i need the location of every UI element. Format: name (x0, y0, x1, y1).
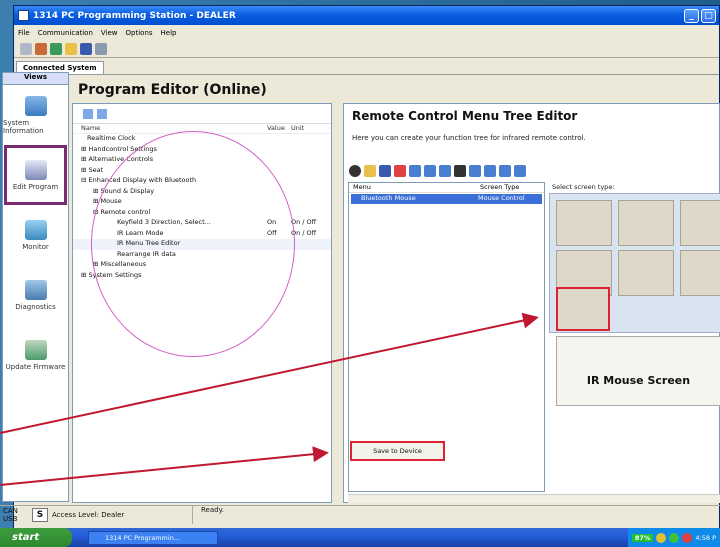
screen-thumb-6[interactable] (680, 250, 720, 296)
collapse-all-icon[interactable] (97, 108, 107, 119)
view-update-firmware[interactable]: Update Firmware (3, 325, 68, 385)
menu-options[interactable]: Options (126, 29, 153, 37)
mode-indicator: S (32, 507, 48, 522)
menu-communication[interactable]: Communication (38, 29, 93, 37)
pencil-icon[interactable] (20, 42, 32, 55)
col-value[interactable]: Value (267, 124, 291, 133)
system-tray: 87% 4:58 P (627, 528, 720, 547)
highlight-circle-annotation (91, 131, 295, 357)
main-toolbar (14, 40, 719, 58)
title-bar[interactable]: 1314 PC Programming Station - DEALER _ □ (14, 6, 719, 25)
col-name[interactable]: Name (81, 124, 267, 133)
move-down-icon[interactable] (484, 165, 496, 177)
menu-bar: File Communication View Options Help (14, 25, 719, 40)
status-bar: CAN USB S Access Level: Dealer Ready. (0, 505, 720, 524)
system-info-icon (24, 95, 47, 116)
monitor-icon (24, 219, 47, 240)
move-right-icon[interactable] (514, 165, 526, 177)
clock[interactable]: 4:58 P (695, 534, 716, 542)
battery-indicator[interactable]: 87% (631, 533, 654, 542)
horizontal-scrollbar[interactable] (348, 494, 720, 503)
move-icon[interactable] (439, 165, 451, 177)
page-title: Program Editor (Online) (78, 82, 267, 98)
tree-toolbar (73, 104, 331, 124)
view-label: System Information (3, 118, 44, 135)
tray-icon[interactable] (656, 532, 667, 543)
view-monitor[interactable]: Monitor (3, 205, 68, 265)
access-level: Access Level: Dealer (52, 510, 125, 519)
remote-editor-title: Remote Control Menu Tree Editor (352, 109, 578, 123)
preview-title: IR Mouse Screen (586, 374, 691, 387)
tray-icon[interactable] (682, 532, 693, 543)
print-icon[interactable] (95, 42, 107, 55)
menu-file[interactable]: File (18, 29, 30, 37)
select-screen-label: Select screen type: (552, 183, 615, 191)
diagnostics-icon (24, 279, 47, 300)
menu-view[interactable]: View (101, 29, 118, 37)
save-icon[interactable] (379, 165, 391, 177)
open-icon[interactable] (364, 165, 376, 177)
window-title: 1314 PC Programming Station - DEALER (33, 10, 236, 21)
add-subitem-icon[interactable] (424, 165, 436, 177)
ready-status: Ready. (192, 505, 224, 524)
new-icon[interactable] (394, 165, 406, 177)
view-label: Diagnostics (15, 302, 56, 311)
screen-thumb-1[interactable] (556, 200, 612, 246)
menu-row-bluetooth-mouse[interactable]: Bluetooth Mouse Mouse Control (351, 194, 542, 204)
move-left-icon[interactable] (499, 165, 511, 177)
start-button[interactable]: start (0, 528, 72, 547)
view-label: Update Firmware (5, 362, 66, 371)
panel-splitter[interactable] (334, 103, 342, 503)
remote-toolbar (349, 162, 526, 180)
screen-thumb-3[interactable] (680, 200, 720, 246)
menu-help[interactable]: Help (161, 29, 177, 37)
col-screen-type[interactable]: Screen Type (480, 183, 544, 192)
taskbar-app-button[interactable]: 1314 PC Programmin... (88, 530, 218, 545)
save-icon[interactable] (80, 42, 92, 55)
col-unit[interactable]: Unit (291, 124, 331, 133)
screen-thumb-mouse[interactable] (556, 287, 610, 331)
views-panel: Views System Information Edit Program Mo… (2, 72, 69, 502)
open-folder-icon[interactable] (65, 42, 77, 55)
update-firmware-icon (24, 339, 47, 360)
views-title: Views (3, 73, 68, 85)
connect-icon[interactable] (50, 42, 62, 55)
screen-type-gallery (549, 193, 720, 333)
record-icon[interactable] (349, 165, 361, 177)
view-system-information[interactable]: System Information (3, 85, 68, 145)
edit-icon[interactable] (35, 42, 47, 55)
remote-control-editor-panel: Remote Control Menu Tree Editor Here you… (343, 103, 720, 503)
maximize-button[interactable]: □ (701, 8, 716, 23)
tray-icon[interactable] (669, 532, 680, 543)
add-item-icon[interactable] (409, 165, 421, 177)
remote-editor-description: Here you can create your function tree f… (352, 134, 586, 142)
save-to-device-button[interactable]: Save to Device (350, 441, 445, 461)
edit-program-icon (24, 159, 47, 180)
view-label: Edit Program (12, 182, 59, 191)
screen-thumb-2[interactable] (618, 200, 674, 246)
connection-status: CAN USB (3, 506, 18, 523)
screen-preview: IR Mouse Screen (556, 336, 720, 406)
view-label: Monitor (22, 242, 49, 251)
taskbar: start 1314 PC Programmin... 87% 4:58 P (0, 528, 720, 547)
menu-list-header: Menu Screen Type (349, 183, 544, 193)
expand-all-icon[interactable] (83, 108, 93, 119)
tab-strip: Connected System (14, 58, 719, 75)
screen-thumb-5[interactable] (618, 250, 674, 296)
view-diagnostics[interactable]: Diagnostics (3, 265, 68, 325)
minimize-button[interactable]: _ (684, 8, 699, 23)
move-up-icon[interactable] (469, 165, 481, 177)
delete-icon[interactable] (454, 165, 466, 177)
col-menu[interactable]: Menu (353, 183, 480, 192)
view-edit-program[interactable]: Edit Program (4, 145, 67, 205)
app-icon (18, 10, 29, 21)
